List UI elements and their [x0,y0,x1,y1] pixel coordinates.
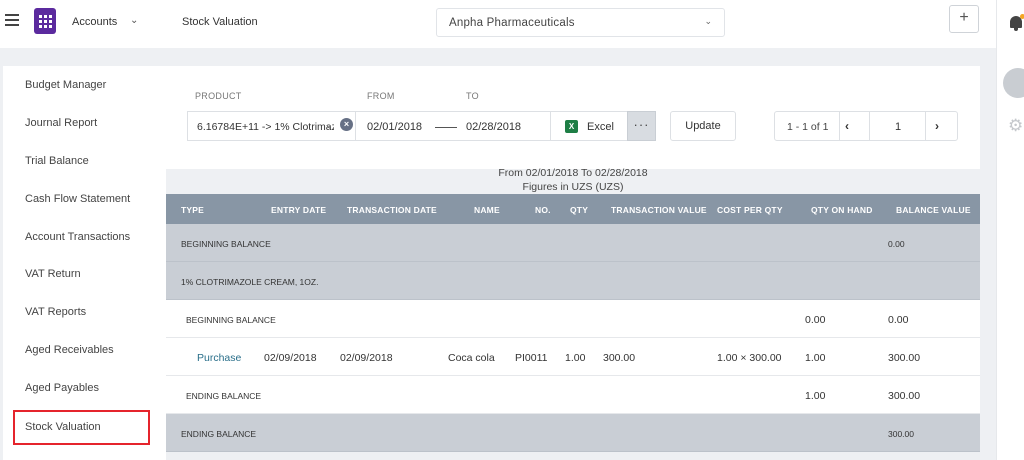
clear-icon[interactable]: × [340,118,353,131]
top-bar: Accounts ⌄ Stock Valuation Anpha Pharmac… [0,0,1024,48]
table-row: BEGINNING BALANCE 0.00 [166,224,980,262]
sidebar-item-journal-report[interactable]: Journal Report [25,117,97,129]
chevron-left-icon[interactable]: ‹ [845,119,849,133]
sidebar-item-trial-balance[interactable]: Trial Balance [25,155,89,167]
row-label: BEGINNING BALANCE [186,315,276,325]
table-row: Purchase 02/09/2018 02/09/2018 Coca cola… [166,338,980,376]
col-entry-date: ENTRY DATE [271,205,327,215]
sidebar-item-aged-payables[interactable]: Aged Payables [25,382,99,394]
balance-value: 300.00 [888,390,921,402]
table-row: ENDING BALANCE 1.00 300.00 [166,376,980,414]
more-options-button[interactable]: ··· [627,111,656,141]
col-qty: QTY [570,205,589,215]
from-date-input[interactable]: 02/01/2018 [367,121,422,133]
col-transaction-date: TRANSACTION DATE [347,205,437,215]
app-switcher-label[interactable]: Accounts [72,16,117,28]
cost-per-qty: 1.00 × 300.00 [717,352,782,364]
table-row: ENDING BALANCE 300.00 [166,414,980,452]
app-grid-icon[interactable] [34,8,56,34]
col-type: TYPE [181,205,205,215]
col-transaction-value: TRANSACTION VALUE [611,205,707,215]
chevron-down-icon: ⌄ [704,16,712,26]
col-name: NAME [474,205,500,215]
balance-value: 0.00 [888,314,909,326]
product-select[interactable]: 6.16784E+11 -> 1% Clotrimazole ⌄ [187,111,355,141]
name: Coca cola [448,352,495,364]
from-label: FROM [367,91,395,101]
pagination-count: 1 - 1 of 1 [787,121,829,133]
qty-on-hand: 1.00 [805,390,826,402]
sidebar-item-vat-return[interactable]: VAT Return [25,268,81,280]
page-number-input[interactable]: 1 [895,121,901,133]
product-label: PRODUCT [195,91,242,101]
transaction-value: 300.00 [603,352,636,364]
table-header: TYPE ENTRY DATE TRANSACTION DATE NAME NO… [166,194,980,224]
sidebar-item-account-transactions[interactable]: Account Transactions [25,231,130,243]
to-date-input[interactable]: 02/28/2018 [466,121,521,133]
sidebar [0,48,166,460]
sidebar-item-cash-flow-statement[interactable]: Cash Flow Statement [25,193,130,205]
pagination: 1 - 1 of 1 ‹ 1 › [774,111,958,141]
product-group-label: 1% CLOTRIMAZOLE CREAM, 1OZ. [181,277,319,287]
sidebar-item-aged-receivables[interactable]: Aged Receivables [25,344,114,356]
table-row: BEGINNING BALANCE 0.00 0.00 [166,300,980,338]
document-no: PI0011 [515,352,548,364]
chevron-down-icon: ⌄ [325,120,333,130]
to-label: TO [466,91,479,101]
add-button[interactable]: + [949,5,979,33]
chevron-right-icon[interactable]: › [935,119,939,133]
row-label: ENDING BALANCE [181,429,257,439]
company-name: Anpha Pharmaceuticals [449,17,575,29]
col-no: NO. [535,205,551,215]
qty-on-hand: 1.00 [805,352,826,364]
transaction-date: 02/09/2018 [340,352,393,364]
row-label: BEGINNING BALANCE [181,239,271,249]
company-select[interactable]: Anpha Pharmaceuticals ⌄ [436,8,725,37]
excel-export-button[interactable]: X Excel [550,111,628,141]
col-cost-per-qty: COST PER QTY [717,205,783,215]
product-value: 6.16784E+11 -> 1% Clotrimazole [197,121,334,133]
balance-value: 300.00 [888,352,921,364]
qty: 1.00 [565,352,586,364]
active-item-highlight [13,410,150,445]
col-balance-value: BALANCE VALUE [896,205,971,215]
main-content: PRODUCT FROM TO 6.16784E+11 -> 1% Clotri… [166,48,996,460]
qty-on-hand: 0.00 [805,314,826,326]
update-button[interactable]: Update [670,111,736,141]
excel-label: Excel [587,121,614,133]
table-row: 1% CLOTRIMAZOLE CREAM, 1OZ. [166,262,980,300]
excel-icon: X [565,120,578,133]
col-qty-on-hand: QTY ON HAND [811,205,873,215]
row-label: ENDING BALANCE [186,391,262,401]
date-range[interactable]: 02/01/2018 02/28/2018 [355,111,551,141]
gear-icon[interactable]: ⚙ [1008,116,1023,136]
sidebar-item-vat-reports[interactable]: VAT Reports [25,306,86,318]
range-separator [435,127,457,128]
report-date-range: From 02/01/2018 To 02/28/2018 [498,167,648,179]
transaction-type-link[interactable]: Purchase [197,352,241,364]
report-currency: Figures in UZS (UZS) [522,181,624,193]
chevron-down-icon[interactable]: ⌄ [130,15,138,26]
notification-dot [1020,14,1024,19]
page-title: Stock Valuation [182,16,258,28]
balance-value: 300.00 [888,429,914,439]
menu-icon[interactable] [5,14,19,28]
balance-value: 0.00 [888,239,905,249]
entry-date: 02/09/2018 [264,352,317,364]
sidebar-item-budget-manager[interactable]: Budget Manager [25,79,106,91]
